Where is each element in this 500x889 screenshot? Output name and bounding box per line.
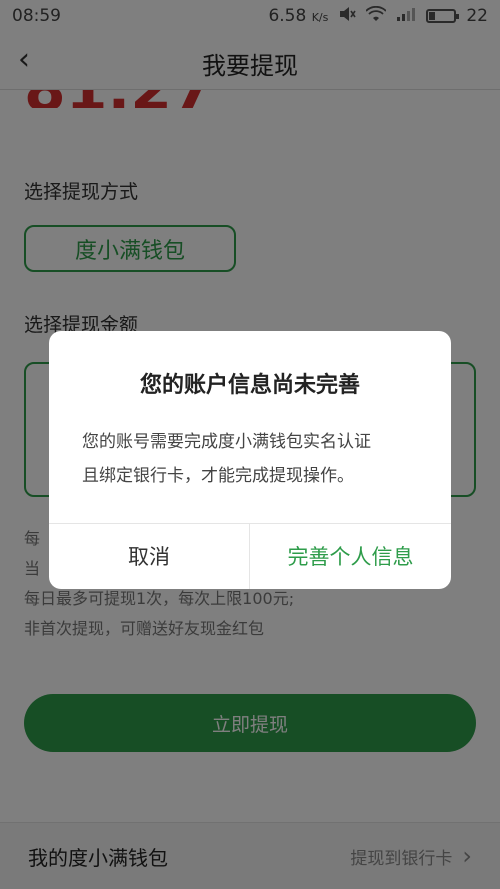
dialog-message-line: 您的账号需要完成度小满钱包实名认证	[82, 432, 371, 452]
cancel-button[interactable]: 取消	[49, 523, 249, 589]
complete-profile-button[interactable]: 完善个人信息	[250, 523, 451, 589]
dialog-message: 您的账号需要完成度小满钱包实名认证 且绑定银行卡，才能完成提现操作。	[82, 425, 421, 493]
incomplete-info-dialog: 您的账户信息尚未完善 您的账号需要完成度小满钱包实名认证 且绑定银行卡，才能完成…	[49, 331, 451, 589]
dialog-message-line: 且绑定银行卡，才能完成提现操作。	[82, 466, 354, 486]
dialog-title: 您的账户信息尚未完善	[139, 373, 360, 398]
